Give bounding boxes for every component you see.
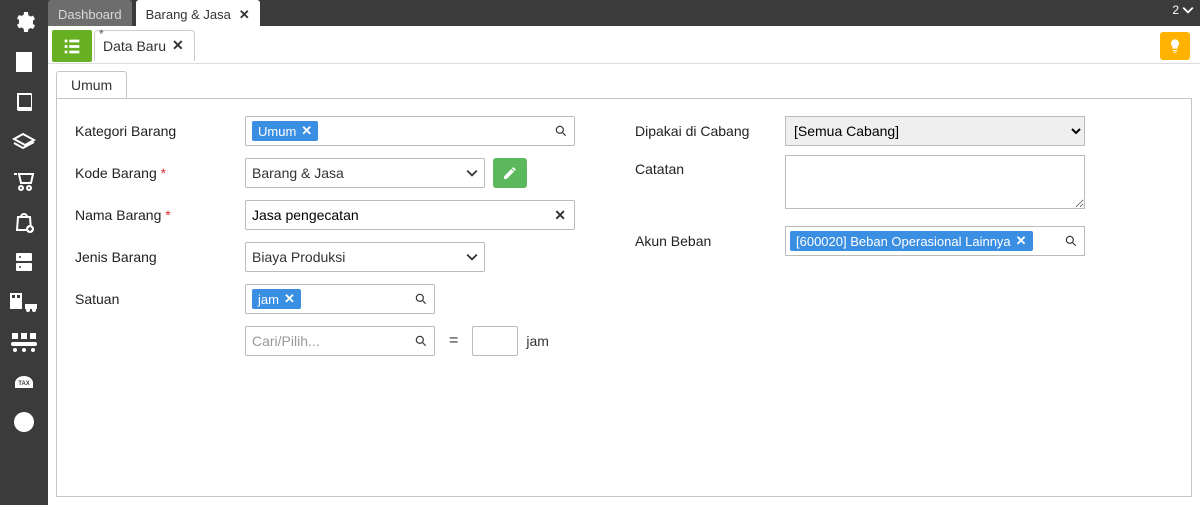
satuan-qty-input[interactable]	[472, 326, 518, 356]
pencil-icon	[502, 165, 518, 181]
satuan-tagbox[interactable]: jam ✕	[245, 284, 435, 314]
server-icon[interactable]	[12, 250, 36, 274]
jenis-value: Biaya Produksi	[252, 249, 345, 265]
bag-plus-icon[interactable]	[12, 210, 36, 234]
satuan-search[interactable]	[245, 326, 435, 356]
badge-count: 2	[1172, 3, 1179, 17]
satuan-chip[interactable]: jam ✕	[252, 289, 301, 309]
doc-tab-title: Data Baru	[103, 38, 166, 54]
dirty-indicator: *	[99, 27, 104, 41]
satuan-chip-text: jam	[258, 292, 279, 307]
chevron-down-icon	[466, 167, 478, 179]
clear-icon[interactable]: ✕	[554, 207, 566, 224]
top-tab-dashboard[interactable]: Dashboard	[48, 0, 132, 26]
top-tab-barang[interactable]: Barang & Jasa ✕	[136, 0, 260, 26]
kode-value: Barang & Jasa	[252, 165, 344, 181]
label-akun: Akun Beban	[635, 233, 785, 249]
remove-icon[interactable]: ✕	[284, 291, 295, 307]
kategori-chip[interactable]: Umum ✕	[252, 121, 318, 141]
doc-tabbar: * Data Baru ✕	[48, 26, 1200, 64]
search-icon[interactable]	[414, 334, 428, 348]
equals-label: =	[443, 332, 464, 350]
form-panel: Kategori Barang Umum ✕	[56, 98, 1192, 497]
list-view-button[interactable]	[52, 30, 92, 62]
search-icon[interactable]	[554, 124, 568, 138]
left-nav-rail: TAX	[0, 0, 48, 505]
search-icon[interactable]	[414, 292, 428, 306]
label-satuan: Satuan	[75, 291, 245, 307]
tax-icon[interactable]: TAX	[12, 370, 36, 394]
edit-kode-button[interactable]	[493, 158, 527, 188]
label-nama: Nama Barang *	[75, 207, 245, 223]
required-marker: *	[165, 207, 170, 223]
top-tab-dashboard-label: Dashboard	[58, 7, 122, 22]
remove-icon[interactable]: ✕	[1016, 233, 1027, 249]
doc-tab-new[interactable]: * Data Baru ✕	[94, 30, 195, 61]
chevron-down-icon	[1182, 4, 1194, 16]
kategori-chip-text: Umum	[258, 124, 296, 139]
top-tab-barang-label: Barang & Jasa	[146, 7, 231, 22]
label-jenis: Jenis Barang	[75, 249, 245, 265]
satuan-search-input[interactable]	[252, 327, 428, 355]
building-icon[interactable]	[12, 50, 36, 74]
pie-chart-icon[interactable]	[12, 410, 36, 434]
book-icon[interactable]	[12, 90, 36, 114]
notification-badge[interactable]: 2	[1172, 3, 1194, 17]
top-tabbar: Dashboard Barang & Jasa ✕ 2	[0, 0, 1200, 26]
label-catatan: Catatan	[635, 155, 785, 177]
label-nama-text: Nama Barang	[75, 207, 161, 223]
akun-tagbox[interactable]: [600020] Beban Operasional Lainnya ✕	[785, 226, 1085, 256]
city-car-icon[interactable]	[9, 290, 39, 314]
cart-icon[interactable]	[12, 170, 36, 194]
label-kategori: Kategori Barang	[75, 123, 245, 139]
label-cabang: Dipakai di Cabang	[635, 123, 785, 139]
remove-icon[interactable]: ✕	[301, 123, 312, 139]
section-tabs: Umum	[48, 64, 1200, 98]
required-marker: *	[161, 165, 166, 181]
akun-chip[interactable]: [600020] Beban Operasional Lainnya ✕	[790, 231, 1033, 251]
nama-input[interactable]	[252, 201, 568, 229]
label-kode-text: Kode Barang	[75, 165, 157, 181]
conveyor-icon[interactable]	[9, 330, 39, 354]
kode-select[interactable]: Barang & Jasa	[245, 158, 485, 188]
tab-umum[interactable]: Umum	[56, 71, 127, 99]
close-icon[interactable]: ✕	[172, 37, 184, 54]
svg-text:TAX: TAX	[18, 381, 30, 387]
chevron-down-icon	[466, 251, 478, 263]
lightbulb-icon	[1167, 38, 1183, 54]
kategori-tagbox[interactable]: Umum ✕	[245, 116, 575, 146]
catatan-textarea[interactable]	[785, 155, 1085, 209]
nama-input-wrap: ✕	[245, 200, 575, 230]
label-kode: Kode Barang *	[75, 165, 245, 181]
gear-icon[interactable]	[12, 10, 36, 34]
tab-umum-label: Umum	[71, 77, 112, 93]
hint-button[interactable]	[1160, 32, 1190, 60]
search-icon[interactable]	[1064, 234, 1078, 248]
cabang-select[interactable]: [Semua Cabang]	[785, 116, 1085, 146]
close-icon[interactable]: ✕	[239, 7, 250, 23]
akun-chip-text: [600020] Beban Operasional Lainnya	[796, 234, 1011, 249]
jenis-select[interactable]: Biaya Produksi	[245, 242, 485, 272]
cards-icon[interactable]	[12, 130, 36, 154]
satuan-unit-label: jam	[526, 333, 549, 349]
